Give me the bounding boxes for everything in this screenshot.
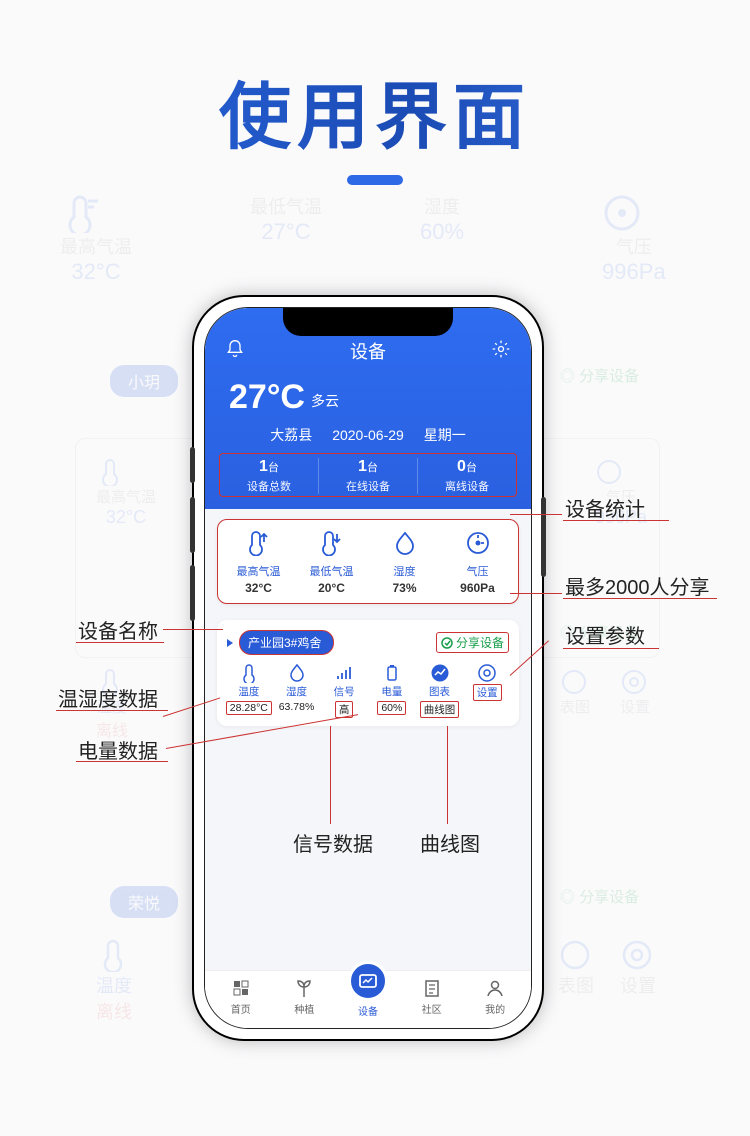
- weather-card: 最高气温32°C 最低气温20°C 湿度73% 气压960Pa: [217, 519, 519, 604]
- annot-device-stats: 设备统计: [565, 493, 645, 522]
- annot-chart: 曲线图: [420, 828, 480, 857]
- annot-temp-humidity: 温湿度数据: [58, 683, 158, 712]
- phone-notch: [283, 308, 453, 336]
- bell-icon[interactable]: [225, 339, 245, 364]
- tab-bar: 首页 种植 设备 社区 我的: [205, 970, 531, 1028]
- annot-signal: 信号数据: [293, 828, 373, 857]
- humidity-icon: [392, 545, 418, 562]
- app-header: 设备 27°C 多云 大荔县 2020-06-29 星期一 1台设备总数 1台在…: [205, 308, 531, 509]
- current-temp: 27°C: [229, 378, 305, 417]
- tab-home[interactable]: 首页: [209, 977, 273, 1018]
- gear-small-icon: [463, 663, 511, 683]
- device-stats-row: 1台设备总数 1台在线设备 0台离线设备: [219, 453, 517, 497]
- annot-share-max: 最多2000人分享: [565, 571, 710, 600]
- header-title: 设备: [350, 338, 386, 364]
- chart-button[interactable]: 图表曲线图: [416, 663, 464, 718]
- temp-down-icon: [319, 545, 345, 562]
- date-row: 大荔县 2020-06-29 星期一: [219, 425, 517, 445]
- temp-up-icon: [246, 545, 272, 562]
- share-device-button[interactable]: 分享设备: [436, 632, 509, 653]
- battery-icon: [368, 663, 416, 683]
- page-title: 使用界面: [0, 58, 750, 163]
- signal-icon: [320, 663, 368, 683]
- gear-icon[interactable]: [491, 339, 511, 364]
- tab-plant[interactable]: 种植: [273, 977, 337, 1018]
- annot-device-name: 设备名称: [78, 615, 158, 644]
- annot-set-params: 设置参数: [565, 620, 645, 649]
- pressure-icon: [465, 545, 491, 562]
- weather-text: 多云: [311, 391, 339, 411]
- sensor-row: 温度28.28°C 湿度63.78% 信号高 电量60% 图表曲线图 设置: [225, 663, 511, 718]
- settings-button[interactable]: 设置: [463, 663, 511, 718]
- drop-icon: [273, 663, 321, 683]
- device-name-chip[interactable]: 产业园3#鸡舍: [239, 630, 334, 655]
- device-card: 产业园3#鸡舍 分享设备 温度28.28°C 湿度63.78% 信号高 电量60…: [217, 620, 519, 726]
- tab-community[interactable]: 社区: [400, 977, 464, 1018]
- title-underline: [347, 175, 403, 185]
- annot-battery: 电量数据: [78, 735, 158, 764]
- chart-icon: [416, 663, 464, 683]
- thermometer-icon: [225, 663, 273, 683]
- tab-device[interactable]: 设备: [336, 977, 400, 1018]
- triangle-icon: [227, 639, 233, 647]
- tab-mine[interactable]: 我的: [463, 977, 527, 1018]
- phone-frame: 设备 27°C 多云 大荔县 2020-06-29 星期一 1台设备总数 1台在…: [192, 295, 544, 1041]
